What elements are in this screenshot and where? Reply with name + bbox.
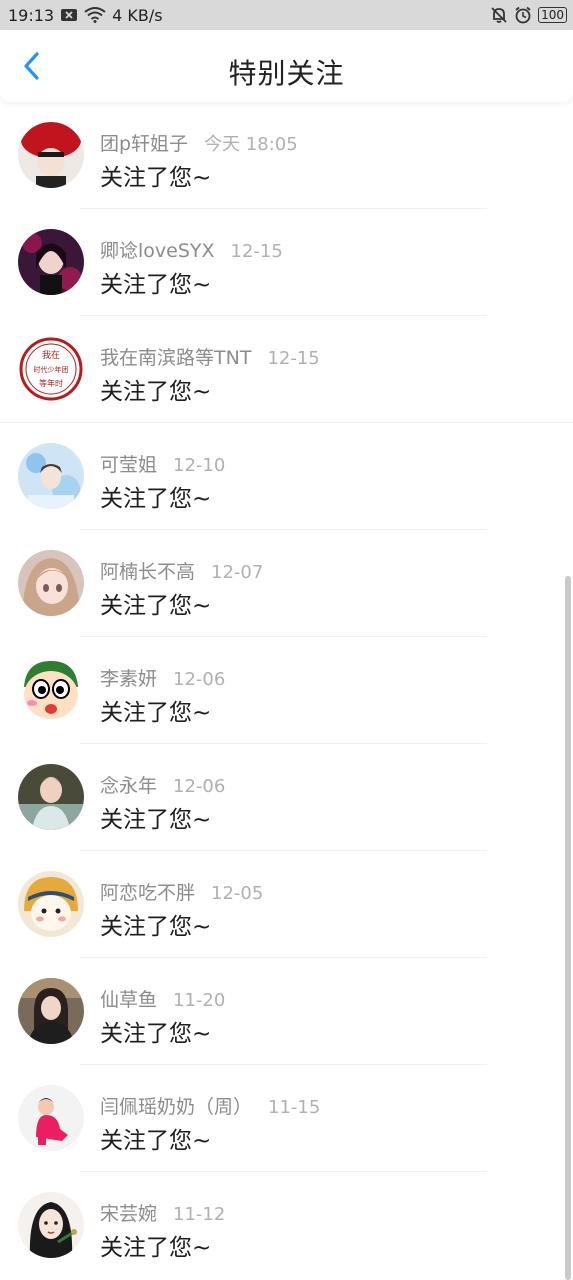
list-item[interactable]: 宋芸婉 11-12 关注了您~ (0, 1172, 573, 1279)
list-item[interactable]: 我在 时代少年团 等年时 我在南滨路等TNT 12-15 关注了您~ (0, 316, 573, 423)
item-date: 11-12 (173, 1204, 226, 1225)
status-left: 19:13 4 KB/s (8, 6, 163, 25)
list-item[interactable]: 李素妍 12-06 关注了您~ (0, 637, 573, 744)
user-name[interactable]: 阿楠长不高 (100, 557, 195, 584)
item-message: 关注了您~ (100, 700, 212, 726)
list-item[interactable]: 仙草鱼 11-20 关注了您~ (0, 958, 573, 1065)
item-meta: 团p轩姐子 今天 18:05 (100, 129, 298, 156)
list-item[interactable]: 闫佩瑶奶奶（周） 11-15 关注了您~ (0, 1065, 573, 1172)
mute-bell-icon (490, 6, 508, 24)
alarm-icon (514, 6, 532, 24)
item-message: 关注了您~ (100, 593, 212, 619)
item-date: 12-10 (173, 455, 226, 476)
item-message: 关注了您~ (100, 807, 212, 833)
svg-text:我在: 我在 (42, 349, 60, 361)
user-name[interactable]: 我在南滨路等TNT (100, 343, 251, 370)
top-nav-bar: 特别关注 (0, 30, 573, 102)
item-meta: 闫佩瑶奶奶（周） 11-15 (100, 1092, 320, 1119)
item-message: 关注了您~ (100, 165, 212, 191)
avatar[interactable]: 我在 时代少年团 等年时 (18, 336, 84, 402)
item-message: 关注了您~ (100, 486, 212, 512)
notification-x-icon (60, 8, 78, 22)
list-item[interactable]: 团p轩姐子 今天 18:05 关注了您~ (0, 102, 573, 209)
item-message: 关注了您~ (100, 1021, 212, 1047)
item-message: 关注了您~ (100, 914, 212, 940)
battery-icon: 100 (538, 7, 567, 23)
screen: 19:13 4 KB/s 100 特别关注 团p轩姐子 今天 18:05 关注了… (0, 0, 573, 1280)
item-message: 关注了您~ (100, 379, 212, 405)
list-item[interactable]: 念永年 12-06 关注了您~ (0, 744, 573, 851)
item-meta: 宋芸婉 11-12 (100, 1199, 225, 1226)
item-date: 今天 18:05 (204, 134, 298, 155)
item-date: 12-05 (211, 883, 264, 904)
item-meta: 阿恋吃不胖 12-05 (100, 878, 263, 905)
status-time: 19:13 (8, 5, 55, 25)
item-meta: 阿楠长不高 12-07 (100, 557, 263, 584)
user-name[interactable]: 可莹姐 (100, 450, 157, 477)
user-name[interactable]: 闫佩瑶奶奶（周） (100, 1092, 252, 1119)
list-item[interactable]: 可莹姐 12-10 关注了您~ (0, 423, 573, 530)
avatar[interactable] (18, 1085, 84, 1151)
avatar[interactable] (18, 550, 84, 616)
item-date: 12-06 (173, 776, 226, 797)
item-meta: 李素妍 12-06 (100, 664, 225, 691)
list-item[interactable]: 阿楠长不高 12-07 关注了您~ (0, 530, 573, 637)
item-date: 12-06 (173, 669, 226, 690)
item-meta: 我在南滨路等TNT 12-15 (100, 343, 320, 370)
status-bar: 19:13 4 KB/s 100 (0, 0, 573, 30)
avatar[interactable] (18, 229, 84, 295)
scrollbar[interactable] (565, 576, 571, 1280)
item-date: 11-15 (268, 1097, 321, 1118)
user-name[interactable]: 卿谂loveSYX (100, 236, 215, 263)
item-meta: 仙草鱼 11-20 (100, 985, 225, 1012)
avatar[interactable] (18, 443, 84, 509)
svg-text:时代少年团: 时代少年团 (34, 365, 69, 374)
item-date: 12-15 (230, 241, 283, 262)
user-name[interactable]: 宋芸婉 (100, 1199, 157, 1226)
item-date: 11-20 (173, 990, 226, 1011)
item-message: 关注了您~ (100, 1128, 212, 1154)
avatar[interactable] (18, 1192, 84, 1258)
item-date: 12-07 (211, 562, 264, 583)
user-name[interactable]: 念永年 (100, 771, 157, 798)
wifi-icon (84, 7, 106, 23)
avatar[interactable] (18, 764, 84, 830)
item-meta: 卿谂loveSYX 12-15 (100, 236, 283, 263)
avatar[interactable] (18, 871, 84, 937)
avatar[interactable] (18, 657, 84, 723)
status-right: 100 (490, 6, 567, 24)
user-name[interactable]: 李素妍 (100, 664, 157, 691)
follower-list: 团p轩姐子 今天 18:05 关注了您~ 卿谂loveSYX 12-15 关注了… (0, 102, 573, 1279)
svg-text:等年时: 等年时 (39, 378, 63, 388)
item-message: 关注了您~ (100, 1235, 212, 1261)
item-meta: 念永年 12-06 (100, 771, 225, 798)
user-name[interactable]: 团p轩姐子 (100, 129, 188, 156)
avatar[interactable] (18, 978, 84, 1044)
item-meta: 可莹姐 12-10 (100, 450, 225, 477)
item-message: 关注了您~ (100, 272, 212, 298)
avatar[interactable] (18, 122, 84, 188)
list-item[interactable]: 阿恋吃不胖 12-05 关注了您~ (0, 851, 573, 958)
page-title: 特别关注 (228, 57, 345, 90)
list-item[interactable]: 卿谂loveSYX 12-15 关注了您~ (0, 209, 573, 316)
network-speed: 4 KB/s (112, 5, 163, 25)
user-name[interactable]: 阿恋吃不胖 (100, 878, 195, 905)
item-date: 12-15 (267, 348, 320, 369)
user-name[interactable]: 仙草鱼 (100, 985, 157, 1012)
